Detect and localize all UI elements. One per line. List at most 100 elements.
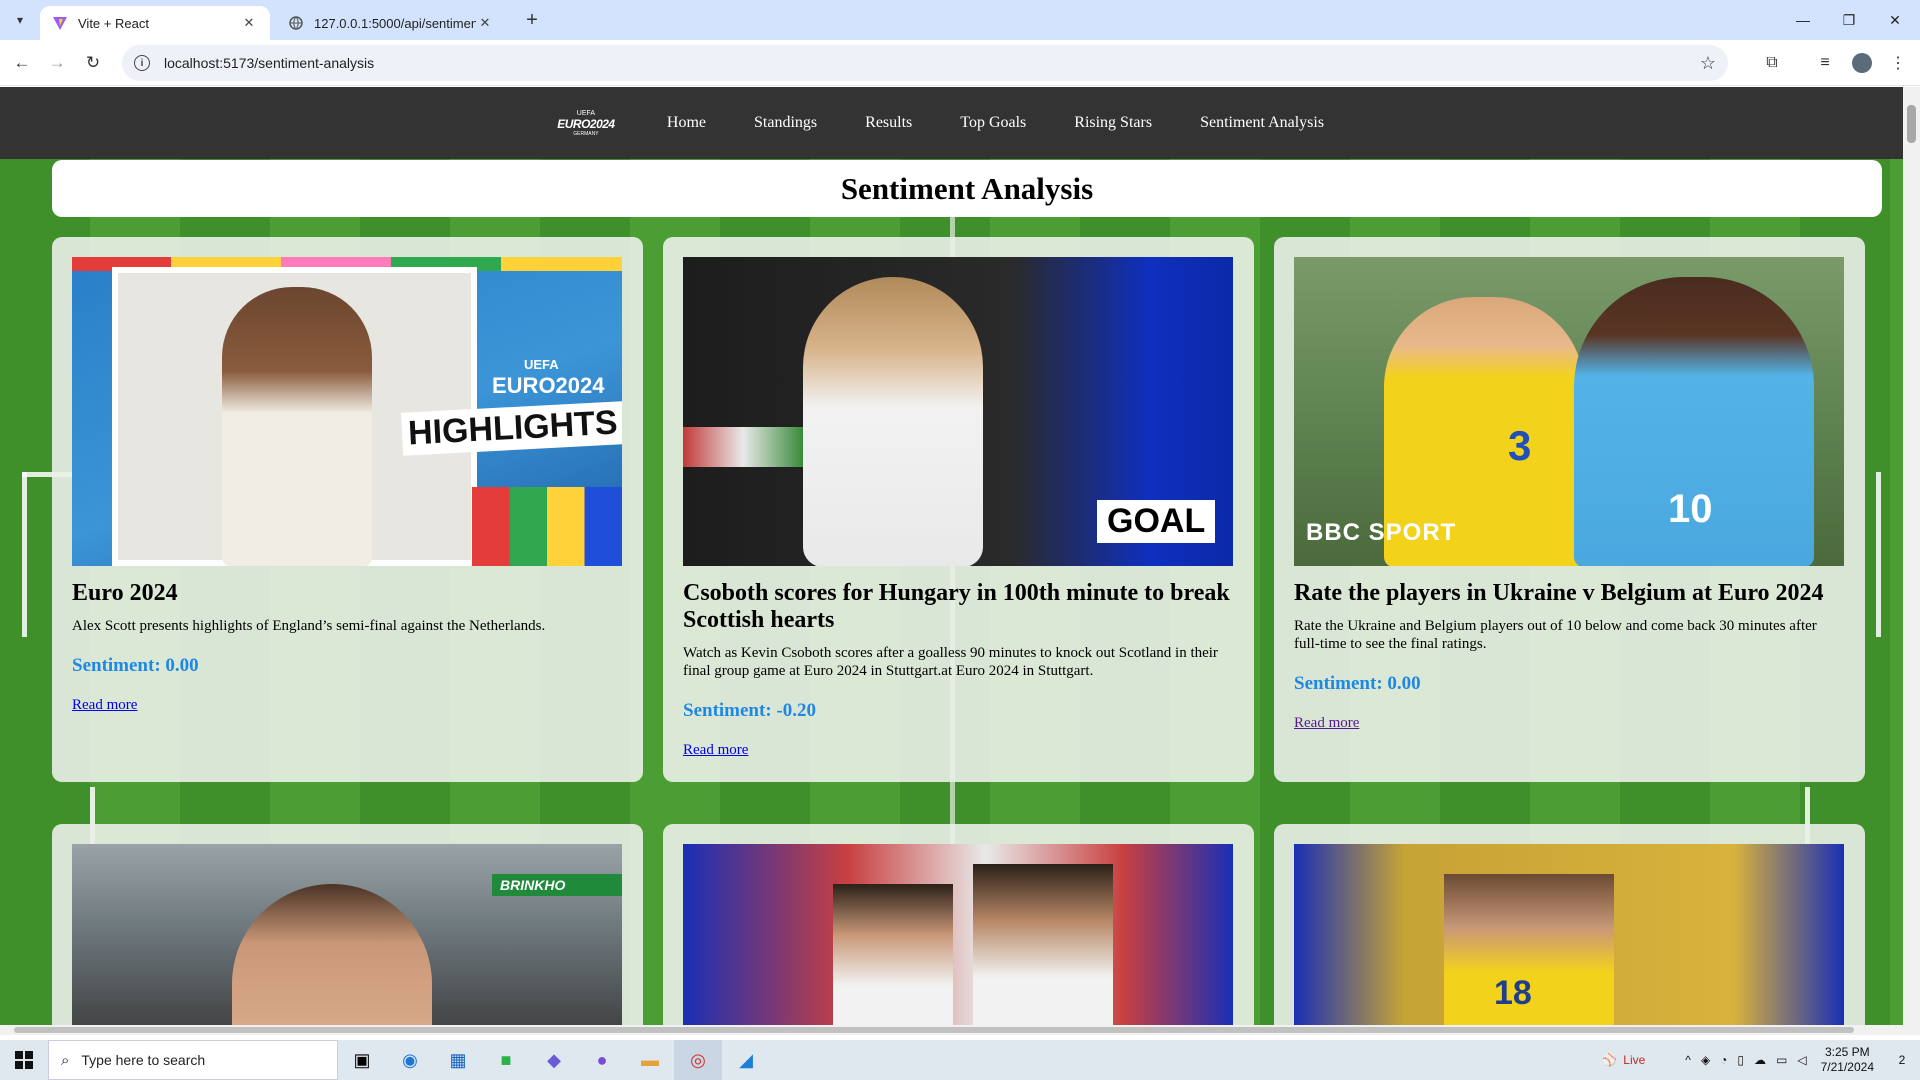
article-card: 3 10 BBC SPORT Rate the players in Ukrai… xyxy=(1274,237,1865,782)
tab-search-button[interactable]: ▾ xyxy=(8,8,32,32)
display-icon[interactable]: ▭ xyxy=(1776,1053,1787,1067)
article-card xyxy=(663,824,1254,1035)
sentiment-score: Sentiment: 0.00 xyxy=(72,655,199,676)
vite-icon xyxy=(52,15,68,31)
page-viewport: UEFA EURO2024 GERMANY Home Standings Res… xyxy=(0,87,1920,1035)
notifications-icon[interactable]: 2 xyxy=(1884,1053,1920,1067)
close-tab-icon[interactable]: ✕ xyxy=(240,14,258,32)
globe-icon xyxy=(288,15,304,31)
search-placeholder: Type here to search xyxy=(81,1052,206,1068)
taskbar-search-box[interactable]: ⌕ Type here to search xyxy=(48,1040,338,1080)
article-description: Alex Scott presents highlights of Englan… xyxy=(72,618,546,634)
image-text-goal: GOAL xyxy=(1097,500,1216,543)
minimize-icon[interactable]: — xyxy=(1780,0,1826,40)
sentiment-score: Sentiment: -0.20 xyxy=(683,700,816,721)
article-image xyxy=(683,844,1233,1035)
back-icon[interactable]: ← xyxy=(10,51,34,75)
windows-start-icon[interactable] xyxy=(0,1040,48,1080)
extensions-icon[interactable]: ⧉ xyxy=(1760,51,1784,75)
read-more-link[interactable]: Read more xyxy=(72,697,137,714)
logo-sub-text: GERMANY xyxy=(573,130,599,137)
clock-time: 3:25 PM xyxy=(1824,1045,1870,1059)
discord-icon[interactable]: ● xyxy=(578,1040,626,1080)
volume-icon[interactable]: ◁ xyxy=(1797,1053,1806,1067)
logo-main-text: EURO2024 xyxy=(557,116,615,131)
store-icon[interactable]: ▦ xyxy=(434,1040,482,1080)
tray-chevron-icon[interactable]: ^ xyxy=(1685,1053,1691,1067)
image-text-number-3: 3 xyxy=(1508,422,1532,469)
tray-app-icon[interactable]: ◈ xyxy=(1701,1053,1710,1067)
app-icon[interactable]: ◆ xyxy=(530,1040,578,1080)
image-text-sign: BRINKHO xyxy=(500,877,566,893)
article-image: GOAL xyxy=(683,257,1233,566)
close-window-icon[interactable]: ✕ xyxy=(1872,0,1918,40)
nav-link-top-goals[interactable]: Top Goals xyxy=(960,114,1026,132)
site-info-icon[interactable]: i xyxy=(134,55,150,71)
onedrive-icon[interactable]: ☁ xyxy=(1754,1053,1766,1067)
browser-toolbar: ← → ↻ i localhost:5173/sentiment-analysi… xyxy=(0,40,1920,86)
image-pattern xyxy=(472,487,622,566)
clock-date: 7/21/2024 xyxy=(1820,1060,1874,1074)
fan-figure xyxy=(232,884,432,1035)
nav-link-results[interactable]: Results xyxy=(865,114,912,132)
battery-icon[interactable]: ▯ xyxy=(1737,1053,1744,1067)
article-description: Watch as Kevin Csoboth scores after a go… xyxy=(683,645,1218,679)
article-title: Rate the players in Ukraine v Belgium at… xyxy=(1294,580,1824,606)
article-card: BRINKHO xyxy=(52,824,643,1035)
file-explorer-icon[interactable]: ▬ xyxy=(626,1040,674,1080)
vertical-scrollbar[interactable] xyxy=(1903,87,1920,1035)
article-image: 18 xyxy=(1294,844,1844,1035)
player-figure xyxy=(833,884,953,1035)
nav-link-home[interactable]: Home xyxy=(667,114,706,132)
pitch-line xyxy=(1876,472,1881,637)
chrome-icon[interactable]: ◎ xyxy=(674,1040,722,1080)
reload-icon[interactable]: ↻ xyxy=(81,51,105,75)
page-title-bar: Sentiment Analysis xyxy=(52,160,1882,217)
article-card: 18 xyxy=(1274,824,1865,1035)
article-image: BRINKHO xyxy=(72,844,622,1035)
search-icon: ⌕ xyxy=(61,1051,70,1069)
vscode-icon[interactable]: ◢ xyxy=(722,1040,770,1080)
tab-title: 127.0.0.1:5000/api/sentiment xyxy=(314,15,476,31)
media-control-icon[interactable]: ≡ xyxy=(1813,51,1837,75)
bbc-sport-logo: BBC SPORT xyxy=(1306,519,1457,546)
browser-tab-active[interactable]: Vite + React ✕ xyxy=(40,6,270,40)
read-more-link[interactable]: Read more xyxy=(1294,715,1359,732)
image-text-number-10: 10 xyxy=(1668,487,1713,531)
tab-title: Vite + React xyxy=(78,15,149,31)
player-figure xyxy=(803,277,983,566)
mlb-icon[interactable]: ⚾ xyxy=(1602,1053,1617,1067)
euro2024-logo[interactable]: UEFA EURO2024 GERMANY xyxy=(555,103,617,143)
bookmark-star-icon[interactable]: ☆ xyxy=(1700,53,1716,74)
pitch-line xyxy=(22,472,27,637)
network-icon[interactable]: ◔ xyxy=(1720,1053,1727,1067)
restore-icon[interactable]: ❐ xyxy=(1826,0,1872,40)
browser-tab[interactable]: 127.0.0.1:5000/api/sentiment ✕ xyxy=(276,6,506,40)
nav-link-sentiment-analysis[interactable]: Sentiment Analysis xyxy=(1200,114,1324,132)
close-tab-icon[interactable]: ✕ xyxy=(476,14,494,32)
scrollbar-thumb[interactable] xyxy=(14,1027,1854,1033)
menu-kebab-icon[interactable]: ⋮ xyxy=(1886,51,1910,75)
taskbar-clock[interactable]: 3:25 PM 7/21/2024 xyxy=(1811,1045,1884,1075)
article-image: 3 10 BBC SPORT xyxy=(1294,257,1844,566)
profile-avatar[interactable] xyxy=(1852,53,1872,73)
edge-icon[interactable]: ◉ xyxy=(386,1040,434,1080)
task-view-icon[interactable]: ▣ xyxy=(338,1040,386,1080)
scrollbar-thumb[interactable] xyxy=(1907,105,1916,143)
notification-count: 2 xyxy=(1898,1053,1906,1067)
presenter-figure xyxy=(222,287,372,566)
new-tab-button[interactable]: + xyxy=(520,8,544,32)
nav-link-standings[interactable]: Standings xyxy=(754,114,817,132)
nav-link-rising-stars[interactable]: Rising Stars xyxy=(1074,114,1152,132)
image-text-uefa: UEFA xyxy=(524,357,559,372)
article-description: Rate the Ukraine and Belgium players out… xyxy=(1294,618,1817,652)
player-figure xyxy=(973,864,1113,1035)
forward-icon[interactable]: → xyxy=(45,51,69,75)
horizontal-scrollbar[interactable] xyxy=(0,1025,1903,1035)
article-card: UEFA EURO2024 HIGHLIGHTS Euro 2024 Alex … xyxy=(52,237,643,782)
read-more-link[interactable]: Read more xyxy=(683,742,748,759)
address-bar[interactable]: i localhost:5173/sentiment-analysis ☆ xyxy=(122,45,1728,81)
windows-taskbar: ⌕ Type here to search ▣ ◉ ▦ ■ ◆ ● ▬ ◎ ◢ … xyxy=(0,1040,1920,1080)
camtasia-icon[interactable]: ■ xyxy=(482,1040,530,1080)
live-label[interactable]: Live xyxy=(1623,1053,1645,1067)
